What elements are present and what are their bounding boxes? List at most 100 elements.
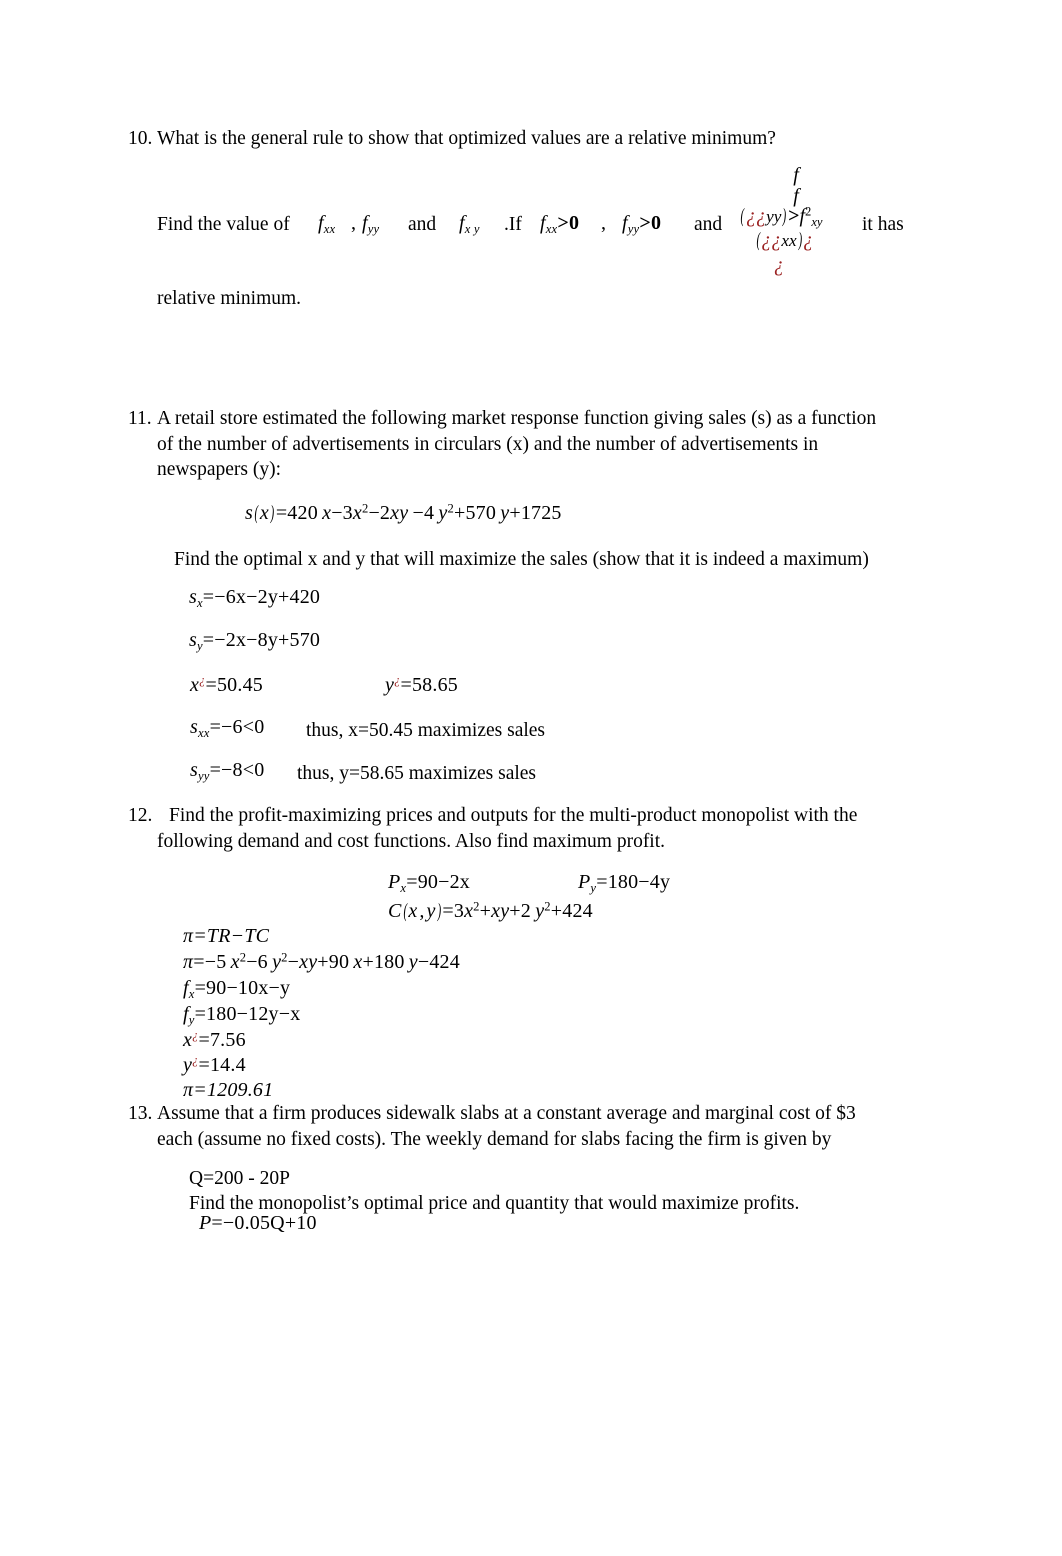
q11-y-optimum-base: y xyxy=(385,674,395,696)
q12-f-y-equation: fy=180−12y−x xyxy=(183,1003,300,1026)
q12-price-y-equation: Py=180−4y xyxy=(578,871,670,894)
q11-s-x-equation: sx=−6x−2y+420 xyxy=(189,586,320,609)
question-10: 10. What is the general rule to show tha… xyxy=(128,126,938,152)
q13-inverse-demand-rhs: =−0.05Q+10 xyxy=(211,1212,317,1234)
q12-y-optimum-value: =14.4 xyxy=(198,1054,246,1076)
q12-cost-xy: xy xyxy=(491,900,510,922)
q12-x-optimum: x¿=7.56 xyxy=(183,1029,246,1052)
q11-instruction: Find the optimal x and y that will maxim… xyxy=(174,549,869,570)
q11-main-function-rhs: =420 xyxy=(275,502,323,524)
q10-f-yy-cond-sub: yy xyxy=(627,222,640,237)
q10-stack-xx: xx xyxy=(781,231,797,250)
q12-x-optimum-value: =7.56 xyxy=(198,1029,246,1051)
q11-y-optimum-value: =58.65 xyxy=(400,674,458,696)
q10-stack-error-glyph-3: ¿ xyxy=(803,229,814,251)
q12-pi-plus-2: +180 xyxy=(362,951,409,973)
question-13: 13. Assume that a firm produces sidewalk… xyxy=(128,1101,938,1152)
q12-cost-args: x , y xyxy=(408,900,436,922)
q11-x-optimum-value: =50.45 xyxy=(205,674,263,696)
question-11-number: 11. xyxy=(128,408,152,429)
q10-stack-open-paren-2: ( xyxy=(756,229,760,251)
q10-stacked-expression: f f (¿¿yy)>f2xy (¿¿xx)¿ ¿ xyxy=(741,165,844,275)
q11-term-x2: x xyxy=(352,502,362,524)
q13-inverse-demand: P=−0.05Q+10 xyxy=(199,1212,317,1235)
question-12-prompt: Find the profit-maximizing prices and ou… xyxy=(157,803,928,854)
question-13-prompt-line-1: Assume that a firm produces sidewalk sla… xyxy=(157,1103,856,1124)
q11-plus-2: +1725 xyxy=(509,502,562,524)
q10-stack-line-1: f xyxy=(748,165,844,185)
q11-y-optimum: y¿=58.65 xyxy=(385,674,458,697)
q11-x-optimum-base: x xyxy=(190,674,200,696)
q10-f-xx-condition: fxx>0 xyxy=(540,212,579,235)
q10-stack-error-glyph-2: ¿¿ xyxy=(761,229,782,251)
q12-price-x-base: P xyxy=(388,871,401,893)
question-12: 12. Find the profit-maximizing prices an… xyxy=(128,803,928,854)
question-11: 11. A retail store estimated the followi… xyxy=(128,406,940,483)
q10-comma-1: , xyxy=(351,212,356,235)
q10-stack-yy: yy xyxy=(766,207,782,226)
q10-comma-2: , xyxy=(601,212,606,235)
question-12-prompt-line-1: Find the profit-maximizing prices and ou… xyxy=(169,805,858,826)
q12-profit-definition: π=TR−TC xyxy=(183,925,269,948)
q11-s-x-base: s xyxy=(189,586,197,608)
q12-pi-y2: y xyxy=(408,951,418,973)
q12-f-y-rhs: =180−12y−x xyxy=(194,1003,301,1025)
q10-it-has-label: it has xyxy=(862,214,904,235)
q12-price-y-base: P xyxy=(578,871,591,893)
q11-s-yy-sub: yy xyxy=(197,769,210,784)
q12-cost-plus-1: + xyxy=(479,900,492,922)
q12-profit-expanded: π=−5 x2−6 y2−xy+90 x+180 y−424 xyxy=(183,951,460,974)
q12-y-optimum-base: y xyxy=(183,1054,193,1076)
q11-minus-2: −2 xyxy=(368,502,391,524)
q13-inverse-demand-base: P xyxy=(199,1212,212,1234)
q10-f-xx-sub: xx xyxy=(323,222,336,237)
q12-cost-plus-2: +2 xyxy=(509,900,536,922)
q11-s-xx-sub: xx xyxy=(197,726,210,741)
question-12-prompt-line-2: following demand and cost functions. Als… xyxy=(157,830,666,852)
q11-s-y-base: s xyxy=(189,629,197,651)
question-11-prompt: A retail store estimated the following m… xyxy=(157,406,940,483)
q12-pi-minus-3: −424 xyxy=(417,951,460,973)
q11-s-xx-rhs: =−6<0 xyxy=(209,716,265,738)
q12-price-y-rhs: =180−4y xyxy=(596,871,671,893)
q13-demand-equation: Q=200 - 20P xyxy=(189,1168,290,1189)
q11-s-y-rhs: =−2x−8y+570 xyxy=(202,629,321,651)
q12-pi-y: y xyxy=(272,951,282,973)
q10-stack-f-2: f xyxy=(793,185,799,207)
question-10-number: 10. xyxy=(128,128,153,149)
question-11-prompt-line-3: newspapers (y): xyxy=(157,459,281,480)
q11-term-x1: x xyxy=(322,502,332,524)
q10-if-label: .If xyxy=(504,214,522,235)
q12-cost-base: C xyxy=(388,900,402,922)
q11-x-optimum: x¿=50.45 xyxy=(190,674,263,697)
q11-open-paren: ( xyxy=(254,502,259,524)
q10-stack-gt: > xyxy=(788,205,800,227)
question-10-prompt: What is the general rule to show that op… xyxy=(157,128,776,149)
q10-comma-2-text: , xyxy=(601,212,607,234)
q10-relative-minimum: relative minimum. xyxy=(157,288,302,309)
q12-pi-eq: =−5 xyxy=(193,951,231,973)
q12-pi-plus-1: +90 xyxy=(317,951,354,973)
q12-f-x-rhs: =90−10x−y xyxy=(194,977,291,999)
q12-cost-function: C(x , y)=3x2+xy+2 y2+424 xyxy=(388,900,593,923)
q12-cost-x: x xyxy=(464,900,474,922)
q11-s-xx-note: thus, x=50.45 maximizes sales xyxy=(306,720,546,741)
q12-pi-minus-2: − xyxy=(287,951,300,973)
q11-x-arg: x xyxy=(259,502,269,524)
q10-comma-1-text: , xyxy=(351,212,357,234)
q10-f-xx-cond-sub: xx xyxy=(545,222,558,237)
q11-s-yy-rhs: =−8<0 xyxy=(209,759,265,781)
question-12-number: 12. xyxy=(128,805,153,826)
q11-s-yy-equation: syy=−8<0 xyxy=(190,759,264,782)
q11-s-xx-base: s xyxy=(190,716,198,738)
q11-plus-1: +570 xyxy=(453,502,501,524)
q11-main-function: s(x)=420 x−3x2−2xy −4 y2+570 y+1725 xyxy=(245,502,562,525)
q10-f-xy-sub: x y xyxy=(464,222,480,237)
q10-find-value-label: Find the value of xyxy=(157,214,290,235)
q12-price-x-equation: Px=90−2x xyxy=(388,871,470,894)
question-13-number: 13. xyxy=(128,1103,153,1124)
q11-s-yy-note: thus, y=58.65 maximizes sales xyxy=(297,763,537,784)
q11-s-y-equation: sy=−2x−8y+570 xyxy=(189,629,320,652)
q11-s-symbol: s xyxy=(245,502,253,524)
question-11-prompt-line-2: of the number of advertisements in circu… xyxy=(157,433,819,455)
